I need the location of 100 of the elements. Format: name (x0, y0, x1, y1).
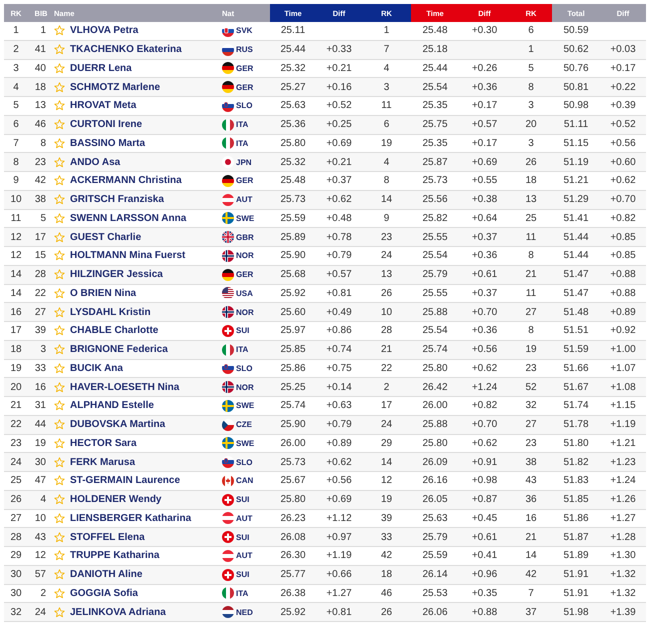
total-time: 51.83 (563, 475, 589, 486)
time-gap: +0.62 (326, 456, 352, 468)
star-icon[interactable] (54, 156, 65, 168)
athlete-name[interactable]: LYSDAHL Kristin (70, 306, 151, 318)
star-icon[interactable] (54, 82, 65, 93)
star-icon[interactable] (54, 288, 65, 299)
time-gap: +0.21 (326, 156, 352, 168)
run-rank: 5 (528, 62, 534, 74)
time-gap: +0.81 (326, 288, 352, 299)
athlete-name[interactable]: ST-GERMAIN Laurence (70, 475, 180, 486)
athlete-name[interactable]: HECTOR Sara (70, 438, 137, 449)
star-icon[interactable] (54, 606, 65, 618)
star-icon[interactable] (54, 494, 65, 506)
athlete-name[interactable]: GUEST Charlie (70, 232, 142, 243)
star-icon[interactable] (54, 194, 65, 206)
run-rank: 27 (525, 306, 537, 318)
star-icon[interactable] (54, 362, 65, 374)
athlete-name[interactable]: HOLTMANN Mina Fuerst (70, 250, 186, 262)
star-icon[interactable] (54, 475, 65, 486)
rank: 3 (13, 62, 19, 74)
athlete-name[interactable]: HOLDENER Wendy (70, 494, 162, 506)
run-time: 25.35 (422, 100, 448, 112)
run-time: 25.27 (280, 82, 306, 93)
run-time: 25.73 (422, 175, 448, 186)
star-icon[interactable] (54, 212, 65, 224)
star-icon[interactable] (54, 532, 65, 543)
athlete-name[interactable]: BASSINO Marta (70, 138, 146, 149)
star-icon[interactable] (54, 550, 65, 562)
athlete-name[interactable]: ANDO Asa (70, 156, 120, 168)
athlete-name[interactable]: BUCIK Ana (70, 362, 123, 374)
athlete-name[interactable]: HROVAT Meta (70, 100, 136, 112)
star-icon[interactable] (54, 62, 65, 74)
athlete-name[interactable]: SWENN LARSSON Anna (70, 212, 186, 224)
athlete-name[interactable]: GOGGIA Sofia (70, 588, 138, 599)
run-rank: 8 (528, 250, 534, 262)
star-icon[interactable] (54, 325, 65, 336)
star-icon[interactable] (54, 250, 65, 262)
star-icon[interactable] (54, 400, 65, 412)
star-icon[interactable] (54, 306, 65, 318)
athlete-name[interactable]: DUBOVSKA Martina (70, 419, 166, 430)
time-gap: +0.78 (326, 232, 352, 243)
athlete-name[interactable]: STOFFEL Elena (70, 532, 145, 543)
star-icon[interactable] (54, 175, 65, 186)
run-rank: 6 (528, 25, 534, 36)
flag-icon (222, 137, 234, 150)
run-rank: 11 (381, 100, 392, 112)
bib-number: 46 (34, 119, 46, 130)
athlete-name[interactable]: TRUPPE Katharina (70, 550, 160, 562)
rank: 6 (13, 119, 19, 130)
star-icon[interactable] (54, 382, 65, 393)
total-time: 51.86 (563, 512, 589, 524)
total-time: 51.87 (563, 532, 589, 543)
total-gap: +0.88 (610, 288, 636, 299)
star-icon[interactable] (54, 588, 65, 599)
run-rank: 14 (525, 550, 537, 562)
star-icon[interactable] (54, 419, 65, 430)
star-icon[interactable] (54, 456, 65, 468)
star-icon[interactable] (54, 44, 65, 56)
run-time: 25.92 (280, 606, 306, 618)
athlete-name[interactable]: CURTONI Irene (70, 119, 142, 130)
athlete-name[interactable]: LIENSBERGER Katharina (70, 512, 192, 524)
star-icon[interactable] (54, 512, 65, 524)
run-time: 25.88 (422, 306, 448, 318)
run-rank: 3 (528, 100, 534, 112)
run-rank: 36 (525, 494, 537, 506)
total-time: 51.85 (563, 494, 589, 506)
time-gap: +0.16 (326, 82, 352, 93)
flag-icon (222, 531, 234, 544)
star-icon[interactable] (54, 100, 65, 112)
athlete-name[interactable]: SCHMOTZ Marlene (70, 82, 160, 93)
athlete-name[interactable]: CHABLE Charlotte (70, 325, 158, 336)
athlete-name[interactable]: O BRIEN Nina (70, 288, 136, 299)
star-icon[interactable] (54, 232, 65, 243)
star-icon[interactable] (54, 138, 65, 149)
star-icon[interactable] (54, 25, 65, 36)
athlete-name[interactable]: JELINKOVA Adriana (70, 606, 166, 618)
star-icon[interactable] (54, 344, 65, 356)
athlete-name[interactable]: FERK Marusa (70, 456, 136, 468)
athlete-name[interactable]: VLHOVA Petra (70, 25, 138, 36)
athlete-name[interactable]: GRITSCH Franziska (70, 194, 164, 206)
athlete-name[interactable]: HILZINGER Jessica (70, 269, 163, 280)
total-gap: +1.24 (610, 475, 636, 486)
run-time: 25.73 (280, 456, 306, 468)
bib-number: 33 (34, 362, 46, 374)
run-rank: 38 (525, 456, 537, 468)
star-icon[interactable] (54, 569, 65, 580)
total-time: 51.19 (563, 156, 589, 168)
star-icon[interactable] (54, 438, 65, 449)
athlete-name[interactable]: BRIGNONE Federica (70, 344, 168, 356)
athlete-name[interactable]: DANIOTH Aline (70, 569, 142, 580)
star-icon[interactable] (54, 119, 65, 130)
athlete-name[interactable]: DUERR Lena (70, 62, 132, 74)
star-icon[interactable] (54, 269, 65, 280)
run-rank: 7 (528, 588, 534, 599)
run-time: 26.00 (280, 438, 306, 449)
athlete-name[interactable]: TKACHENKO Ekaterina (70, 44, 182, 56)
athlete-name[interactable]: HAVER-LOESETH Nina (70, 382, 180, 393)
athlete-name[interactable]: ALPHAND Estelle (70, 400, 154, 412)
run-time: 25.80 (422, 438, 448, 449)
athlete-name[interactable]: ACKERMANN Christina (70, 175, 182, 186)
